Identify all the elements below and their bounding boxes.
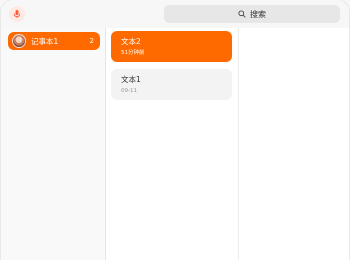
note-title: 文本2 <box>121 37 141 46</box>
search-box[interactable]: 搜索 <box>164 5 340 23</box>
notebook-avatar <box>12 34 26 48</box>
app-window: 搜索 记事本1 2 文本2 51分钟前 文本1 09-11 <box>1 0 349 260</box>
microphone-icon <box>9 6 25 22</box>
search-icon <box>238 10 246 18</box>
note-item[interactable]: 文本2 51分钟前 <box>111 31 232 62</box>
notebook-label: 记事本1 <box>31 36 59 46</box>
notebook-item[interactable]: 记事本1 2 <box>8 32 100 50</box>
search-label: 搜索 <box>250 9 266 19</box>
note-editor[interactable] <box>239 28 349 260</box>
note-title: 文本1 <box>121 75 141 84</box>
note-list: 文本2 51分钟前 文本1 09-11 <box>106 28 239 260</box>
notebook-sidebar: 记事本1 2 <box>1 28 106 260</box>
titlebar: 搜索 <box>1 0 349 28</box>
note-item[interactable]: 文本1 09-11 <box>111 69 232 100</box>
note-time: 51分钟前 <box>121 50 145 56</box>
notebook-count: 2 <box>89 37 94 45</box>
note-time: 09-11 <box>121 88 137 94</box>
